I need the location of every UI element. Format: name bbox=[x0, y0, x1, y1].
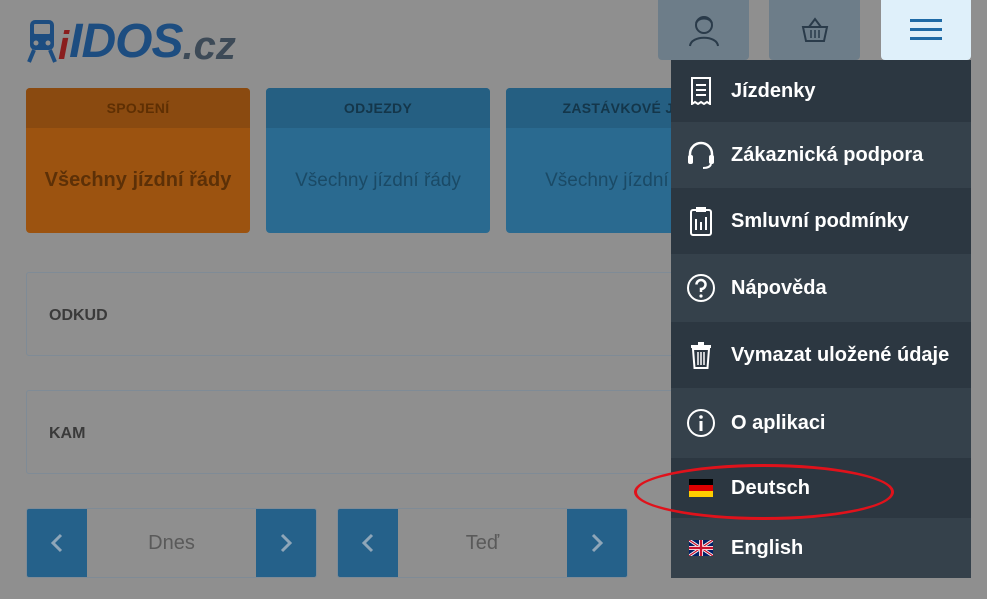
hamburger-icon bbox=[910, 19, 942, 40]
menu-item-smluvni-podminky[interactable]: Smluvní podmínky bbox=[671, 188, 971, 254]
tab-subtitle: Všechny jízdní řády bbox=[44, 169, 232, 191]
logo-i: i bbox=[58, 24, 70, 68]
menu-item-label: Zákaznická podpora bbox=[731, 143, 924, 166]
menu-item-o-aplikaci[interactable]: O aplikaci bbox=[671, 388, 971, 458]
time-prev-button[interactable] bbox=[338, 509, 398, 577]
tab-title: ODJEZDY bbox=[266, 88, 490, 128]
train-icon bbox=[27, 20, 57, 63]
menu-item-jizdenky[interactable]: Jízdenky bbox=[671, 60, 971, 122]
menu-item-label: Jízdenky bbox=[731, 79, 816, 102]
page-overlay: i IDOS .cz SPOJENÍ Všechny jízdní řády O… bbox=[0, 0, 987, 599]
basket-button[interactable] bbox=[769, 0, 860, 60]
idos-logo[interactable]: i IDOS .cz bbox=[24, 6, 236, 66]
to-label: KAM bbox=[49, 425, 86, 442]
info-icon bbox=[671, 408, 731, 438]
date-stepper: Dnes bbox=[26, 508, 317, 578]
user-account-button[interactable] bbox=[658, 0, 749, 60]
headset-icon bbox=[671, 141, 731, 169]
menu-item-label: Smluvní podmínky bbox=[731, 209, 909, 232]
basket-icon bbox=[801, 17, 828, 42]
menu-item-label: O aplikaci bbox=[731, 411, 826, 434]
ticket-icon bbox=[671, 77, 731, 105]
time-next-button[interactable] bbox=[567, 509, 627, 577]
tab-odjezdy[interactable]: ODJEZDY Všechny jízdní řády bbox=[266, 88, 490, 233]
main-menu-button[interactable] bbox=[881, 0, 971, 60]
user-icon bbox=[688, 16, 719, 47]
uk-flag-icon bbox=[671, 540, 731, 556]
date-next-button[interactable] bbox=[256, 509, 316, 577]
menu-item-english[interactable]: English bbox=[671, 518, 971, 578]
tab-title: SPOJENÍ bbox=[26, 88, 250, 128]
to-field[interactable]: KAM bbox=[26, 390, 728, 474]
date-prev-button[interactable] bbox=[27, 509, 87, 577]
menu-item-label: English bbox=[731, 536, 804, 559]
from-label: ODKUD bbox=[49, 307, 108, 324]
annotation-ellipse bbox=[634, 464, 894, 520]
time-value[interactable]: Teď bbox=[398, 509, 567, 577]
menu-item-label: Vymazat uložené údaje bbox=[731, 343, 950, 366]
tab-spojeni[interactable]: SPOJENÍ Všechny jízdní řády bbox=[26, 88, 250, 233]
menu-item-napoveda[interactable]: Nápověda bbox=[671, 254, 971, 322]
logo-idos: IDOS bbox=[69, 15, 183, 68]
clipboard-icon bbox=[671, 206, 731, 236]
time-stepper: Teď bbox=[337, 508, 628, 578]
trash-icon bbox=[671, 341, 731, 369]
date-value[interactable]: Dnes bbox=[87, 509, 256, 577]
from-field[interactable]: ODKUD bbox=[26, 272, 728, 356]
menu-item-label: Nápověda bbox=[731, 276, 827, 299]
logo-cz: .cz bbox=[182, 24, 236, 68]
chevron-right-icon bbox=[591, 533, 603, 553]
menu-item-vymazat-udaje[interactable]: Vymazat uložené údaje bbox=[671, 322, 971, 388]
chevron-right-icon bbox=[280, 533, 292, 553]
chevron-left-icon bbox=[362, 533, 374, 553]
tab-subtitle: Všechny jízdní řády bbox=[295, 169, 461, 191]
chevron-left-icon bbox=[51, 533, 63, 553]
menu-item-zakaznicka-podpora[interactable]: Zákaznická podpora bbox=[671, 122, 971, 188]
question-icon bbox=[671, 273, 731, 303]
